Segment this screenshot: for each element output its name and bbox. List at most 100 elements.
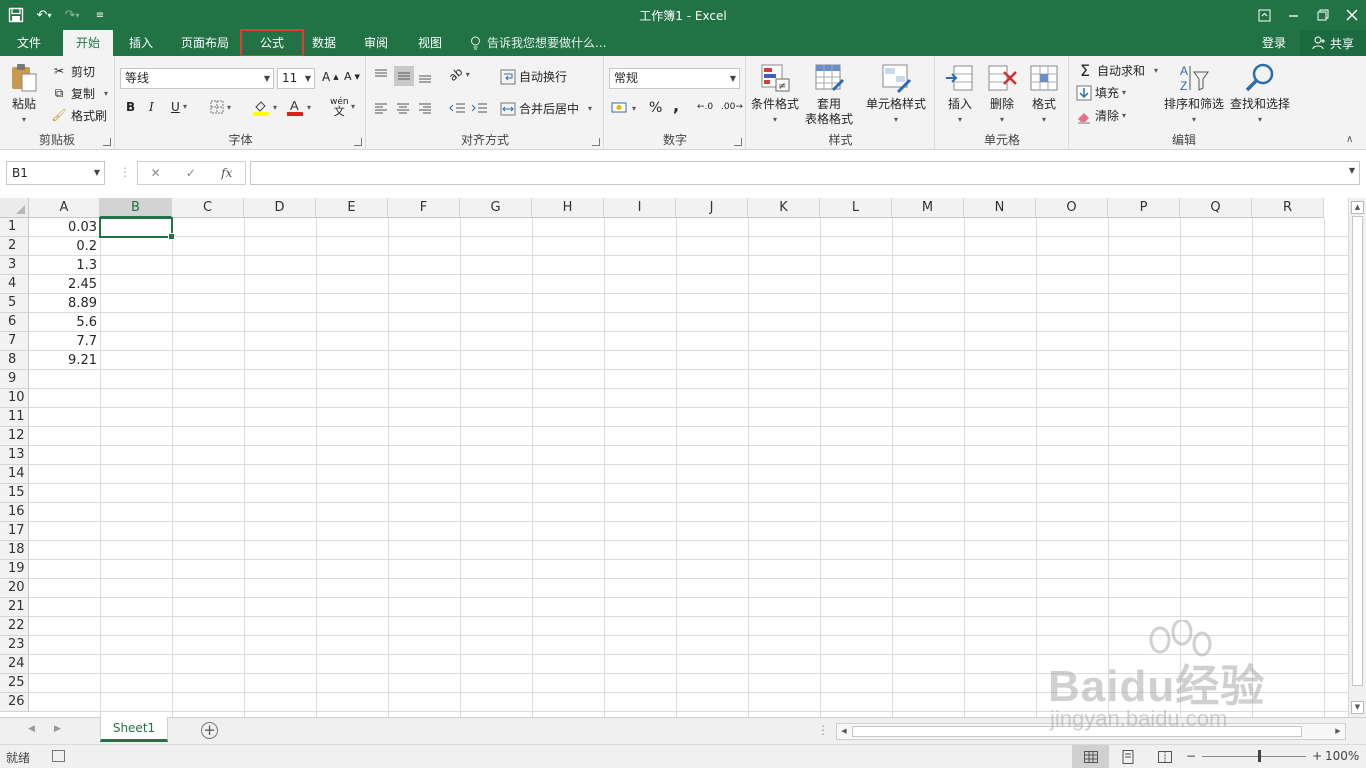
font-size-box[interactable]: 11 ▼: [277, 68, 315, 89]
cell-a5[interactable]: 8.89: [29, 294, 100, 313]
find-select-button[interactable]: 查找和选择 ▾: [1230, 62, 1290, 127]
column-header-k[interactable]: K: [748, 198, 820, 218]
cell-a3[interactable]: 1.3: [29, 256, 100, 275]
column-header-j[interactable]: J: [676, 198, 748, 218]
paste-button[interactable]: 粘贴 ▾: [8, 62, 40, 127]
zoom-slider[interactable]: − +: [1186, 749, 1322, 763]
scroll-down-icon[interactable]: ▼: [1351, 701, 1364, 714]
cell-a7[interactable]: 7.7: [29, 332, 100, 351]
prev-sheet-icon[interactable]: ◀: [28, 724, 35, 734]
minimize-icon[interactable]: [1279, 0, 1308, 30]
cut-button[interactable]: ✂ 剪切: [50, 62, 95, 80]
number-launcher-icon[interactable]: [734, 138, 742, 146]
conditional-format-button[interactable]: ≠ 条件格式 ▾: [751, 62, 799, 127]
row-header-6[interactable]: 6: [0, 313, 29, 332]
row-header-2[interactable]: 2: [0, 237, 29, 256]
tab-data[interactable]: 数据: [304, 30, 344, 56]
row-header-26[interactable]: 26: [0, 693, 29, 712]
column-header-r[interactable]: R: [1252, 198, 1324, 218]
row-header-3[interactable]: 3: [0, 256, 29, 275]
save-icon[interactable]: [4, 3, 28, 27]
merge-center-button[interactable]: 合并后居中 ▾: [500, 100, 592, 117]
row-header-16[interactable]: 16: [0, 503, 29, 522]
row-header-11[interactable]: 11: [0, 408, 29, 427]
horizontal-scrollbar[interactable]: ◀ ▶: [836, 723, 1346, 740]
shrink-font-icon[interactable]: A ▼: [344, 70, 360, 83]
undo-icon[interactable]: ↶ ▾: [32, 3, 56, 27]
cell-a6[interactable]: 5.6: [29, 313, 100, 332]
fill-color-button[interactable]: ▾: [252, 98, 277, 116]
zoom-knob[interactable]: [1258, 749, 1262, 762]
phonetic-icon[interactable]: wén 文: [330, 98, 349, 118]
row-header-15[interactable]: 15: [0, 484, 29, 503]
cell-styles-button[interactable]: 单元格样式 ▾: [866, 62, 926, 127]
row-header-4[interactable]: 4: [0, 275, 29, 294]
delete-cells-button[interactable]: 删除 ▾: [986, 62, 1018, 127]
zoom-track[interactable]: [1202, 749, 1307, 762]
grow-font-icon[interactable]: A ▲: [322, 70, 339, 84]
fill-button[interactable]: 填充 ▾: [1076, 84, 1126, 101]
wrap-text-button[interactable]: 自动换行: [500, 68, 567, 85]
increase-indent-icon[interactable]: [470, 100, 488, 116]
tab-insert[interactable]: 插入: [118, 30, 164, 56]
zoom-level[interactable]: 100%: [1325, 749, 1359, 763]
vertical-scrollbar[interactable]: ▲ ▼: [1348, 198, 1366, 717]
customize-qat-icon[interactable]: ≡: [88, 3, 112, 27]
column-header-l[interactable]: L: [820, 198, 892, 218]
column-header-a[interactable]: A: [29, 198, 100, 218]
column-header-o[interactable]: O: [1036, 198, 1108, 218]
tab-review[interactable]: 审阅: [356, 30, 396, 56]
tab-page-layout[interactable]: 页面布局: [172, 30, 238, 56]
row-header-9[interactable]: 9: [0, 370, 29, 389]
column-header-p[interactable]: P: [1108, 198, 1180, 218]
next-sheet-icon[interactable]: ▶: [54, 724, 61, 734]
row-header-21[interactable]: 21: [0, 598, 29, 617]
font-color-button[interactable]: A ▾: [286, 98, 311, 116]
orientation-icon[interactable]: ab ▾: [446, 65, 469, 84]
row-header-20[interactable]: 20: [0, 579, 29, 598]
scroll-right-icon[interactable]: ▶: [1331, 724, 1345, 739]
align-middle-icon[interactable]: [394, 66, 414, 86]
page-break-view-icon[interactable]: [1146, 745, 1183, 768]
name-box[interactable]: B1 ▼: [6, 161, 105, 185]
column-header-n[interactable]: N: [964, 198, 1036, 218]
vertical-scroll-thumb[interactable]: [1352, 216, 1363, 686]
tab-home[interactable]: 开始: [63, 30, 113, 56]
cell-a4[interactable]: 2.45: [29, 275, 100, 294]
border-button[interactable]: ▾: [210, 100, 231, 114]
comma-style-button[interactable]: ,: [673, 96, 679, 115]
row-header-22[interactable]: 22: [0, 617, 29, 636]
tab-formulas[interactable]: 公式: [240, 29, 304, 57]
column-header-c[interactable]: C: [172, 198, 244, 218]
decrease-indent-icon[interactable]: [448, 100, 466, 116]
active-cell-cursor[interactable]: [99, 217, 175, 240]
copy-button[interactable]: ⧉ 复制 ▾: [50, 84, 108, 102]
normal-view-icon[interactable]: [1072, 745, 1109, 768]
underline-dropdown-icon[interactable]: ▾: [183, 102, 187, 111]
row-header-10[interactable]: 10: [0, 389, 29, 408]
column-header-b[interactable]: B: [100, 198, 172, 218]
font-name-box[interactable]: 等线 ▼: [120, 68, 274, 89]
format-cells-button[interactable]: 格式 ▾: [1028, 62, 1060, 127]
horizontal-scroll-thumb[interactable]: [852, 726, 1302, 737]
ribbon-display-options-icon[interactable]: [1250, 0, 1279, 30]
cell-a1[interactable]: 0.03: [29, 218, 100, 237]
font-launcher-icon[interactable]: [354, 138, 362, 146]
tab-split-handle-icon[interactable]: ⋮: [817, 723, 829, 737]
expand-formula-bar-icon[interactable]: ▼: [1349, 166, 1355, 175]
increase-decimal-icon[interactable]: ←.0: [697, 102, 713, 112]
column-header-m[interactable]: M: [892, 198, 964, 218]
formula-bar-grip-icon[interactable]: ⋮: [119, 165, 131, 179]
tell-me-box[interactable]: 告诉我您想要做什么...: [470, 30, 606, 56]
accounting-format-icon[interactable]: ▾: [611, 100, 636, 116]
row-header-7[interactable]: 7: [0, 332, 29, 351]
cell-a2[interactable]: 0.2: [29, 237, 100, 256]
column-header-q[interactable]: Q: [1180, 198, 1252, 218]
redo-icon[interactable]: ↷ ▾: [60, 3, 84, 27]
new-sheet-icon[interactable]: +: [201, 722, 218, 739]
clear-button[interactable]: 清除 ▾: [1076, 107, 1126, 124]
bold-button[interactable]: B: [126, 100, 135, 114]
confirm-entry-icon[interactable]: ✓: [186, 166, 196, 180]
row-header-23[interactable]: 23: [0, 636, 29, 655]
restore-icon[interactable]: [1308, 0, 1337, 30]
